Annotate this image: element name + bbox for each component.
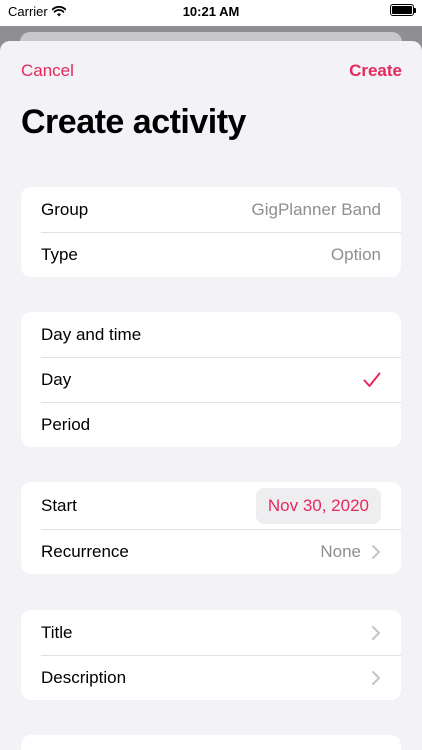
recurrence-row[interactable]: Recurrence None [21,529,401,574]
day-option[interactable]: Day [21,357,401,402]
period-label: Period [41,414,91,434]
battery-icon [390,4,416,16]
type-value: Option [330,244,381,264]
description-label: Description [41,667,127,687]
page-title: Create activity [21,103,246,141]
day-and-time-header: Day and time [21,312,401,357]
create-button[interactable]: Create [349,61,402,81]
chevron-right-icon [372,625,380,640]
title-description-section: Title Description [21,610,401,700]
status-bar: Carrier 10:21 AM [0,0,422,26]
title-row[interactable]: Title [21,610,401,655]
start-recurrence-section: Start Nov 30, 2020 Recurrence None [21,482,401,574]
chevron-right-icon [372,544,380,559]
create-activity-sheet: Cancel Create Create activity Group GigP… [0,41,422,750]
group-label: Group [41,199,89,219]
recurrence-label: Recurrence [41,541,129,561]
group-type-section: Group GigPlanner Band Type Option [21,187,401,277]
group-row[interactable]: Group GigPlanner Band [21,187,401,232]
group-value: GigPlanner Band [251,199,381,219]
next-section [21,735,401,750]
cancel-button[interactable]: Cancel [21,61,74,81]
start-label: Start [41,495,77,515]
status-time: 10:21 AM [182,4,240,19]
recurrence-value: None [320,541,361,561]
chevron-right-icon [372,670,380,685]
start-date-picker[interactable]: Nov 30, 2020 [255,487,381,524]
day-and-time-label: Day and time [41,324,142,344]
day-label: Day [41,369,72,389]
title-label: Title [41,622,73,642]
day-time-section: Day and time Day Period [21,312,401,447]
description-row[interactable]: Description [21,655,401,700]
type-label: Type [41,244,78,264]
period-option[interactable]: Period [21,402,401,447]
start-row: Start Nov 30, 2020 [21,482,401,529]
checkmark-icon [363,372,381,387]
type-row[interactable]: Type Option [21,232,401,277]
